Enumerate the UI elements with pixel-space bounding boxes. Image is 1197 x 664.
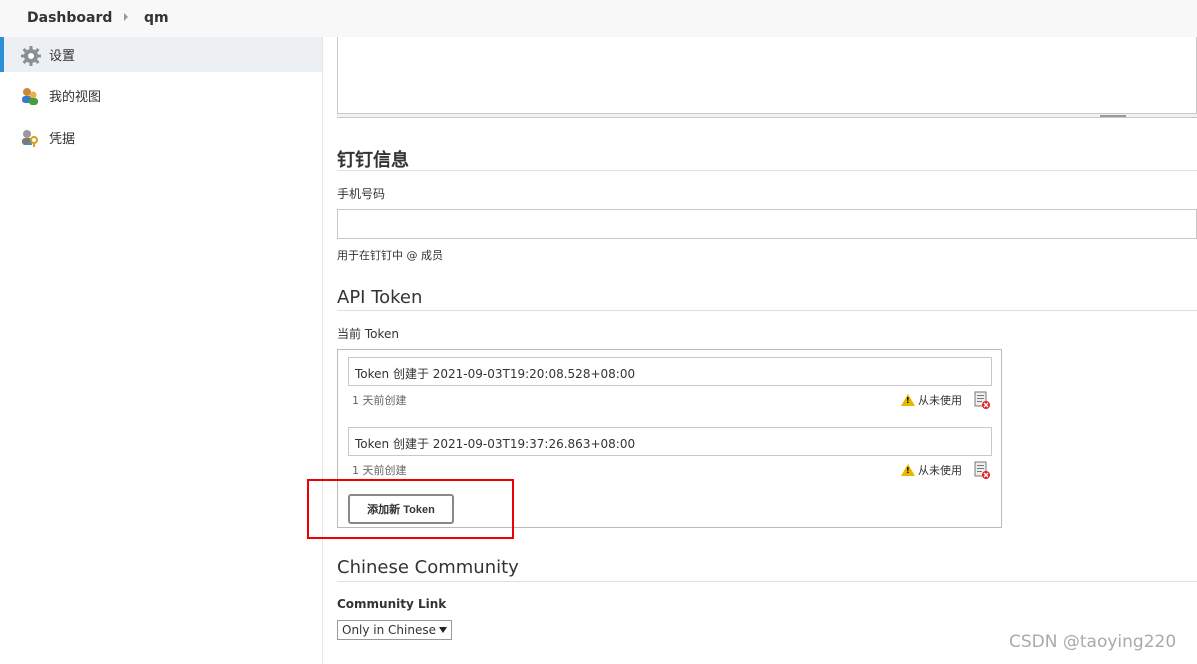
section-title-api-token: API Token [337, 287, 423, 308]
breadcrumb-current-user[interactable]: qm [144, 10, 169, 26]
sidebar-item-credentials[interactable]: 凭据 [0, 120, 322, 155]
credentials-icon [20, 128, 40, 148]
description-textarea[interactable] [337, 37, 1197, 116]
breadcrumb: Dashboard qm [0, 0, 1197, 37]
token-usage-text: 从未使用 [918, 464, 962, 477]
sidebar-item-label: 设置 [49, 49, 76, 64]
textarea-resize-handle[interactable] [337, 113, 1197, 118]
breadcrumb-separator-icon [124, 13, 128, 21]
section-divider [337, 310, 1197, 311]
warning-mark: ! [906, 466, 910, 475]
token-created-text: 1 天前创建 [352, 464, 407, 477]
watermark: CSDN @taoying220 [1009, 632, 1177, 652]
users-view-icon [20, 86, 40, 106]
sidebar-item-my-views[interactable]: 我的视图 [0, 78, 322, 113]
community-link-select[interactable]: Only in Chinese [337, 620, 452, 640]
token-name-input[interactable]: Token 创建于 2021-09-03T19:37:26.863+08:00 [348, 427, 992, 456]
phone-help-text: 用于在钉钉中 @ 成员 [337, 249, 443, 262]
token-created-text: 1 天前创建 [352, 394, 407, 407]
section-divider [337, 170, 1197, 171]
breadcrumb-dashboard-link[interactable]: Dashboard [27, 10, 112, 26]
token-usage-status: ! 从未使用 [901, 392, 971, 408]
community-link-label: Community Link [337, 597, 447, 611]
token-list-panel: Token 创建于 2021-09-03T19:20:08.528+08:00 … [337, 349, 1002, 528]
revoke-token-icon[interactable] [974, 391, 990, 409]
gear-icon [20, 45, 41, 66]
revoke-token-icon[interactable] [974, 461, 990, 479]
phone-input[interactable] [337, 209, 1197, 239]
main-content: 钉钉信息 手机号码 用于在钉钉中 @ 成员 API Token 当前 Token… [307, 37, 1197, 664]
sidebar: 设置 我的视图 凭据 [0, 37, 323, 664]
grip-icon [1100, 115, 1126, 117]
sidebar-item-label: 我的视图 [49, 90, 102, 105]
sidebar-item-label: 凭据 [49, 132, 76, 147]
add-new-token-button[interactable]: 添加新 Token [348, 494, 454, 524]
section-title-dingtalk: 钉钉信息 [337, 150, 409, 171]
sidebar-item-settings[interactable]: 设置 [0, 37, 322, 72]
warning-mark: ! [906, 396, 910, 405]
token-usage-text: 从未使用 [918, 394, 962, 407]
token-usage-status: ! 从未使用 [901, 462, 971, 478]
current-token-label: 当前 Token [337, 327, 399, 341]
token-name-input[interactable]: Token 创建于 2021-09-03T19:20:08.528+08:00 [348, 357, 992, 386]
section-title-community: Chinese Community [337, 557, 519, 578]
phone-label: 手机号码 [337, 187, 386, 201]
chevron-down-icon [439, 627, 447, 633]
community-link-selected: Only in Chinese [342, 623, 436, 637]
section-divider [337, 581, 1197, 582]
